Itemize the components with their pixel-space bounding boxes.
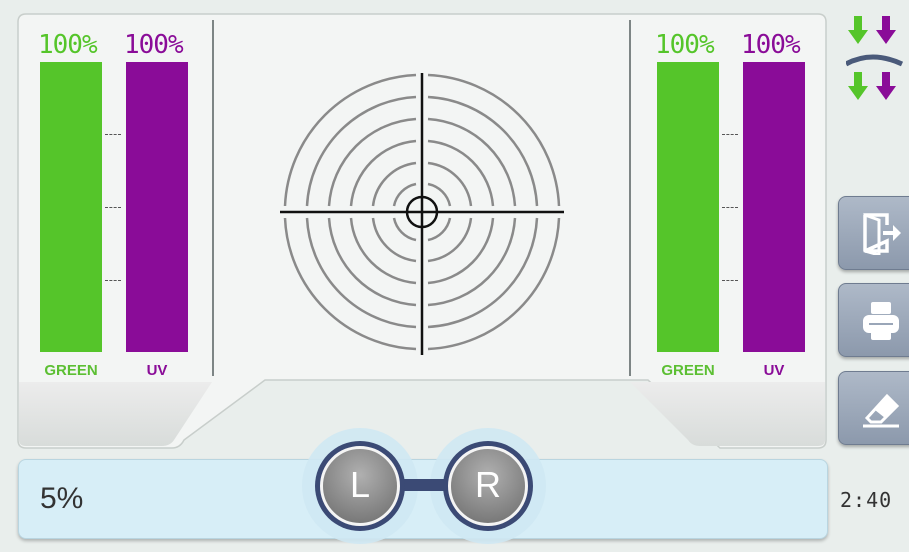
right-tick — [722, 207, 738, 208]
left-uv-label: UV — [146, 362, 168, 379]
left-uv-percent: 100% — [124, 30, 184, 60]
left-divider — [212, 20, 214, 376]
exit-door-icon — [863, 212, 901, 255]
left-tick — [105, 207, 121, 208]
eraser-icon — [863, 393, 900, 428]
right-uv-percent: 100% — [741, 30, 801, 60]
right-eye-button[interactable]: R — [448, 446, 528, 526]
left-uv-bar — [126, 62, 188, 352]
left-eye-button[interactable]: L — [320, 446, 400, 526]
right-eye-label: R — [475, 464, 501, 505]
lens-arc — [846, 54, 904, 67]
right-tick — [722, 134, 738, 135]
right-divider — [629, 20, 631, 376]
print-button[interactable] — [838, 283, 909, 357]
right-green-fill — [657, 62, 719, 352]
right-uv-label: UV — [763, 362, 785, 379]
left-green-label: GREEN — [44, 362, 98, 379]
left-green-bar — [40, 62, 102, 352]
left-tick — [105, 280, 121, 281]
green-purple-arrows-icon[interactable] — [846, 14, 906, 108]
alignment-target[interactable] — [270, 60, 574, 364]
right-green-percent: 100% — [655, 30, 715, 60]
printer-icon — [863, 302, 899, 340]
bottom-percent: 5% — [40, 482, 84, 515]
eye-selector: L R — [300, 428, 550, 552]
left-uv-fill — [126, 62, 188, 352]
exit-button[interactable] — [838, 196, 909, 270]
bottom-purple-arrow — [876, 72, 896, 100]
right-green-label: GREEN — [661, 362, 715, 379]
right-uv-bar — [743, 62, 805, 352]
crosshair — [280, 73, 564, 355]
left-green-percent: 100% — [38, 30, 98, 60]
right-green-bar — [657, 62, 719, 352]
top-purple-arrow — [876, 16, 896, 44]
clock-display: 2:40 — [840, 488, 893, 512]
clear-button[interactable] — [838, 371, 909, 445]
left-eye-label: L — [349, 464, 371, 505]
bottom-green-arrow — [848, 72, 868, 100]
left-green-fill — [40, 62, 102, 352]
right-uv-fill — [743, 62, 805, 352]
right-tick — [722, 280, 738, 281]
left-tick — [105, 134, 121, 135]
top-green-arrow — [848, 16, 868, 44]
